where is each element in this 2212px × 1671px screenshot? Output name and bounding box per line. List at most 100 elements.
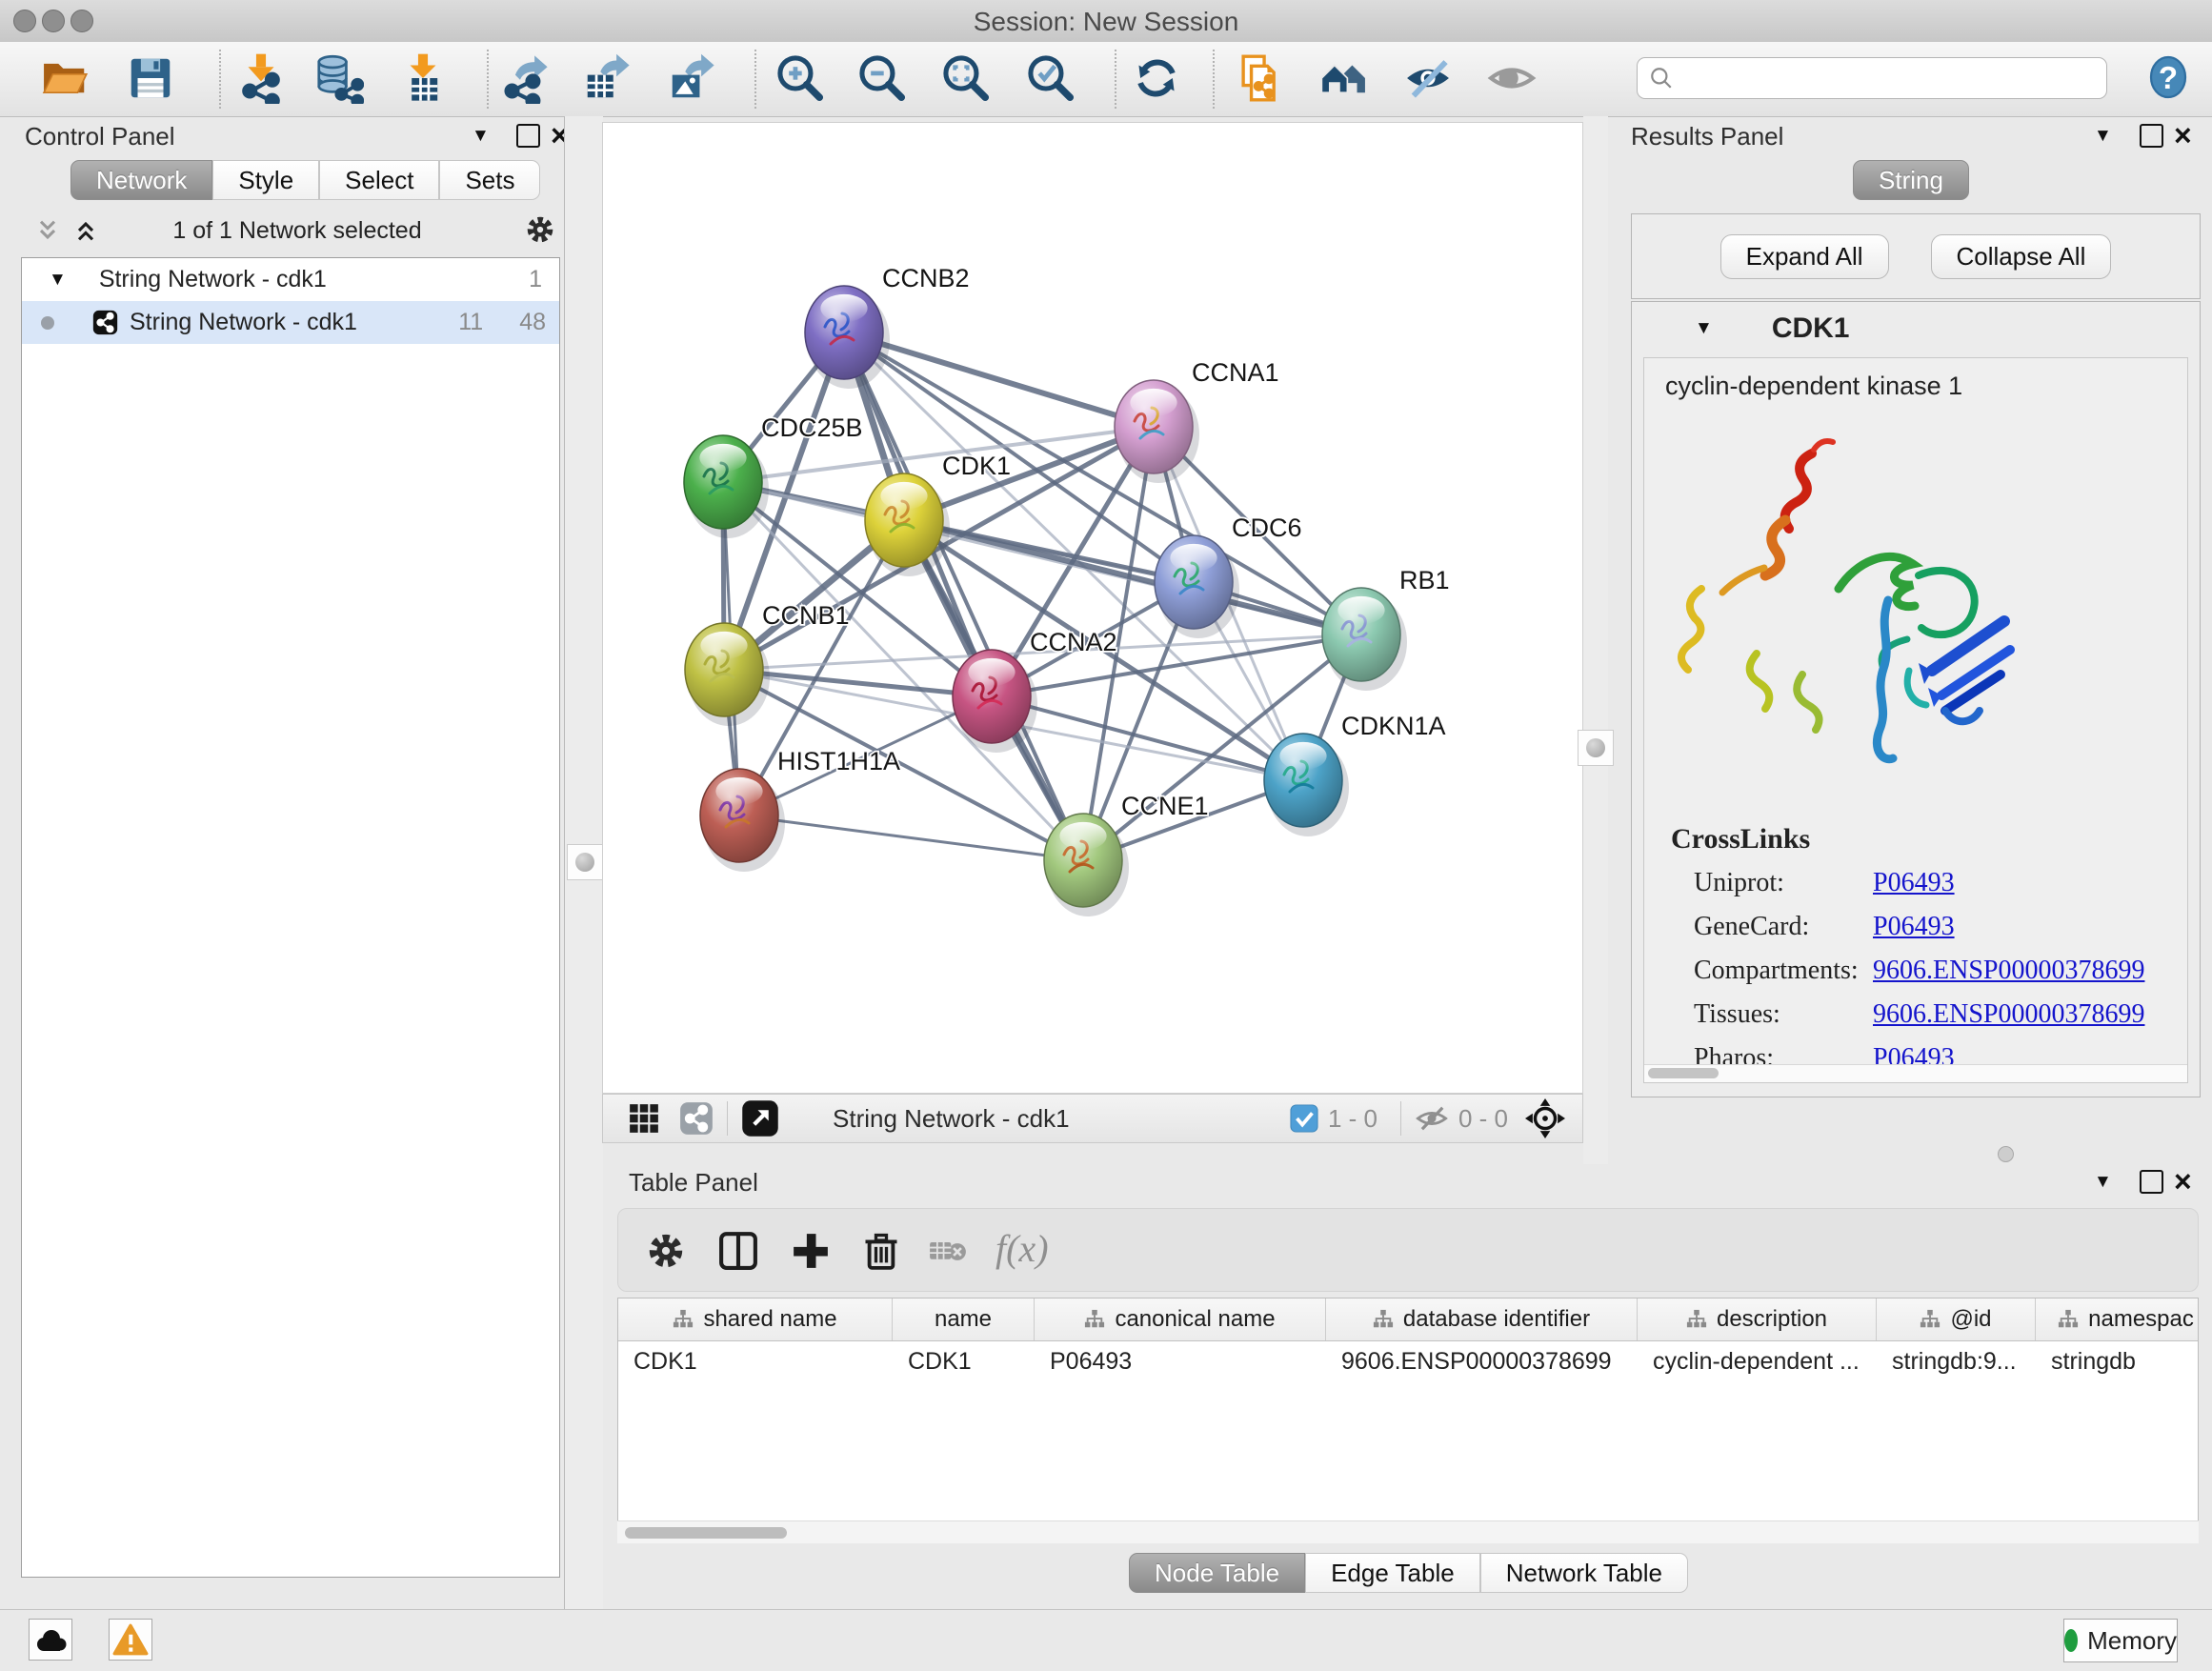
network-edge[interactable] [844, 332, 1083, 860]
table-cell[interactable]: CDK1 [893, 1341, 1035, 1381]
tab-sets[interactable]: Sets [439, 160, 540, 200]
network-node-CDK1[interactable] [865, 473, 950, 576]
cloud-button[interactable] [29, 1619, 72, 1661]
expand-all-button[interactable]: Expand All [1720, 234, 1889, 279]
crosslink-link-tissues[interactable]: 9606.ENSP00000378699 [1873, 999, 2144, 1030]
network-node-HIST1H1A[interactable] [700, 769, 785, 872]
tab-select[interactable]: Select [319, 160, 439, 200]
export-table-button[interactable] [580, 51, 633, 105]
tab-network-table[interactable]: Network Table [1480, 1553, 1688, 1593]
grid-view-icon[interactable] [628, 1102, 660, 1135]
network-edge[interactable] [739, 815, 1083, 860]
network-share-view-icon[interactable] [679, 1101, 714, 1136]
tab-node-table[interactable]: Node Table [1129, 1553, 1305, 1593]
import-table-from-file-button[interactable] [396, 51, 450, 105]
crosslink-link-genecard[interactable]: P06493 [1873, 912, 1955, 942]
column-header-name[interactable]: name [893, 1299, 1035, 1340]
help-button[interactable]: ? [2145, 54, 2191, 100]
zoom-out-button[interactable] [855, 51, 909, 105]
zoom-in-button[interactable] [774, 51, 827, 105]
expand-all-chevron-icon[interactable] [72, 217, 99, 244]
collapse-all-button[interactable]: Collapse All [1931, 234, 2112, 279]
warnings-button[interactable] [109, 1619, 152, 1661]
open-session-button[interactable] [38, 51, 91, 105]
tab-string[interactable]: String [1853, 160, 1969, 200]
hide-selected-button[interactable] [1401, 51, 1455, 105]
network-row-selected[interactable]: String Network - cdk1 11 48 [22, 301, 559, 344]
search-input[interactable] [1681, 64, 2106, 93]
network-node-CDC6[interactable] [1155, 535, 1239, 638]
zoom-fit-button[interactable] [939, 51, 993, 105]
panel-close-icon[interactable]: × [2174, 124, 2192, 147]
tab-network[interactable]: Network [70, 160, 212, 200]
column-header-database-identifier[interactable]: database identifier [1326, 1299, 1638, 1340]
left-splitter-toggle[interactable] [567, 844, 603, 880]
table-row[interactable]: CDK1CDK1P064939606.ENSP00000378699cyclin… [618, 1341, 2198, 1381]
memory-button[interactable]: Memory [2063, 1619, 2178, 1662]
left-splitter[interactable] [564, 116, 603, 1609]
crosslink-link-compartments[interactable]: 9606.ENSP00000378699 [1873, 956, 2144, 986]
column-header-namespac[interactable]: namespac [2036, 1299, 2199, 1340]
panel-maximize-icon[interactable] [516, 124, 540, 148]
function-builder-icon-disabled: f(x) [995, 1226, 1049, 1271]
table-body: CDK1CDK1P064939606.ENSP00000378699cyclin… [618, 1341, 2198, 1381]
right-splitter[interactable] [1583, 116, 1608, 1164]
network-edge[interactable] [992, 696, 1303, 780]
search-field[interactable] [1637, 57, 2107, 99]
collapse-all-chevron-icon[interactable] [34, 217, 61, 244]
table-cell[interactable]: stringdb [2036, 1341, 2199, 1381]
export-image-button[interactable] [665, 51, 718, 105]
network-node-CCNB2[interactable] [805, 286, 890, 389]
detach-view-icon[interactable] [741, 1099, 779, 1137]
table-cell[interactable]: 9606.ENSP00000378699 [1326, 1341, 1638, 1381]
string-home-button[interactable] [1317, 51, 1371, 105]
card-scrollbar[interactable] [1644, 1064, 2187, 1082]
table-cell[interactable]: stringdb:9... [1877, 1341, 2036, 1381]
table-cell[interactable]: CDK1 [618, 1341, 893, 1381]
tab-edge-table[interactable]: Edge Table [1305, 1553, 1480, 1593]
import-network-from-file-button[interactable] [234, 51, 288, 105]
add-column-icon[interactable] [790, 1230, 832, 1272]
delete-column-trash-icon[interactable] [860, 1230, 902, 1272]
column-header-shared-name[interactable]: shared name [618, 1299, 893, 1340]
panel-maximize-icon[interactable] [2140, 1170, 2163, 1194]
gear-icon[interactable] [524, 213, 556, 246]
disclosure-triangle-icon[interactable]: ▼ [49, 270, 67, 291]
crosslink-link-uniprot[interactable]: P06493 [1873, 868, 1955, 898]
network-node-RB1[interactable] [1322, 588, 1407, 691]
panel-float-icon[interactable]: ▼ [2094, 1172, 2112, 1193]
disclosure-triangle-icon[interactable]: ▼ [1695, 318, 1713, 339]
network-node-CDKN1A[interactable] [1264, 734, 1349, 836]
scrollbar-thumb[interactable] [625, 1527, 787, 1539]
birdseye-crosshair-icon[interactable] [1525, 1098, 1565, 1138]
apply-layout-button[interactable] [1130, 51, 1183, 105]
import-network-from-database-button[interactable] [312, 51, 365, 105]
column-header-@id[interactable]: @id [1877, 1299, 2036, 1340]
columns-icon[interactable] [717, 1230, 759, 1272]
selected-checkbox-icon[interactable] [1290, 1104, 1318, 1133]
protein-card-header[interactable]: ▼ CDK1 [1632, 302, 2200, 355]
column-header-canonical-name[interactable]: canonical name [1035, 1299, 1326, 1340]
table-hscrollbar[interactable] [617, 1520, 2199, 1543]
table-cell[interactable]: cyclin-dependent ... [1638, 1341, 1877, 1381]
network-node-CCNE1[interactable] [1044, 814, 1129, 916]
panel-float-icon[interactable]: ▼ [472, 126, 490, 147]
column-header-description[interactable]: description [1638, 1299, 1877, 1340]
save-session-button[interactable] [124, 51, 177, 105]
panel-close-icon[interactable]: × [2174, 1170, 2192, 1193]
zoom-selected-button[interactable] [1024, 51, 1077, 105]
tab-style[interactable]: Style [212, 160, 319, 200]
scrollbar-thumb[interactable] [1648, 1068, 1719, 1078]
panel-float-icon[interactable]: ▼ [2094, 126, 2112, 147]
export-network-button[interactable] [498, 51, 552, 105]
copy-network-button[interactable] [1233, 51, 1286, 105]
network-graph[interactable]: CCNB2CCNA1CDC25BCDK1CDC6RB1CCNB1CCNA2CDK… [603, 123, 1582, 1093]
network-collection-row[interactable]: ▼ String Network - cdk1 1 [22, 258, 559, 301]
show-all-button[interactable] [1485, 51, 1538, 105]
gear-icon[interactable] [645, 1230, 687, 1272]
panel-maximize-icon[interactable] [2140, 124, 2163, 148]
table-cell[interactable]: P06493 [1035, 1341, 1326, 1381]
network-node-CDC25B[interactable] [684, 435, 769, 538]
network-canvas[interactable]: CCNB2CCNA1CDC25BCDK1CDC6RB1CCNB1CCNA2CDK… [602, 122, 1583, 1094]
hidden-eye-slash-icon[interactable] [1415, 1101, 1449, 1136]
